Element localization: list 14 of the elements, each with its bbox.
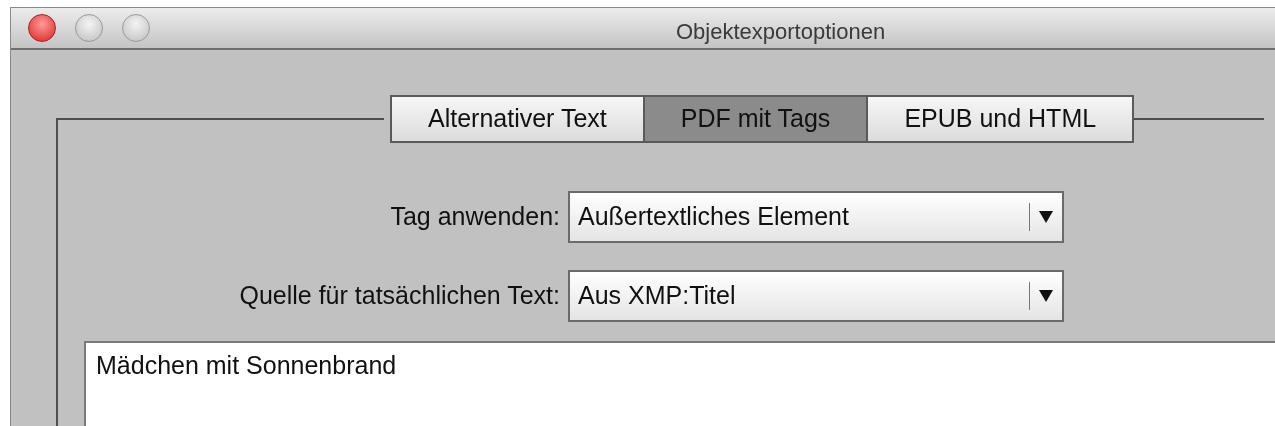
minimize-button[interactable] bbox=[75, 14, 103, 42]
dropdown-arrow-icon bbox=[1039, 211, 1053, 223]
dropdown[interactable]: Außertextliches Element bbox=[568, 191, 1064, 243]
tab[interactable]: Alternativer Text bbox=[390, 95, 645, 143]
tab[interactable]: PDF mit Tags bbox=[642, 95, 869, 143]
dropdown[interactable]: Aus XMP:Titel bbox=[568, 270, 1064, 322]
close-button[interactable] bbox=[28, 14, 56, 42]
field-label: Tag anwenden: bbox=[389, 201, 561, 233]
tab[interactable]: EPUB und HTML bbox=[866, 95, 1135, 143]
text-area[interactable]: Mädchen mit Sonnenbrand bbox=[84, 341, 1275, 426]
window-title: Objektexportoptionen bbox=[676, 18, 886, 46]
field-label: Quelle für tatsächlichen Text: bbox=[238, 280, 561, 312]
zoom-button[interactable] bbox=[122, 14, 150, 42]
dropdown-arrow-icon bbox=[1039, 290, 1053, 302]
